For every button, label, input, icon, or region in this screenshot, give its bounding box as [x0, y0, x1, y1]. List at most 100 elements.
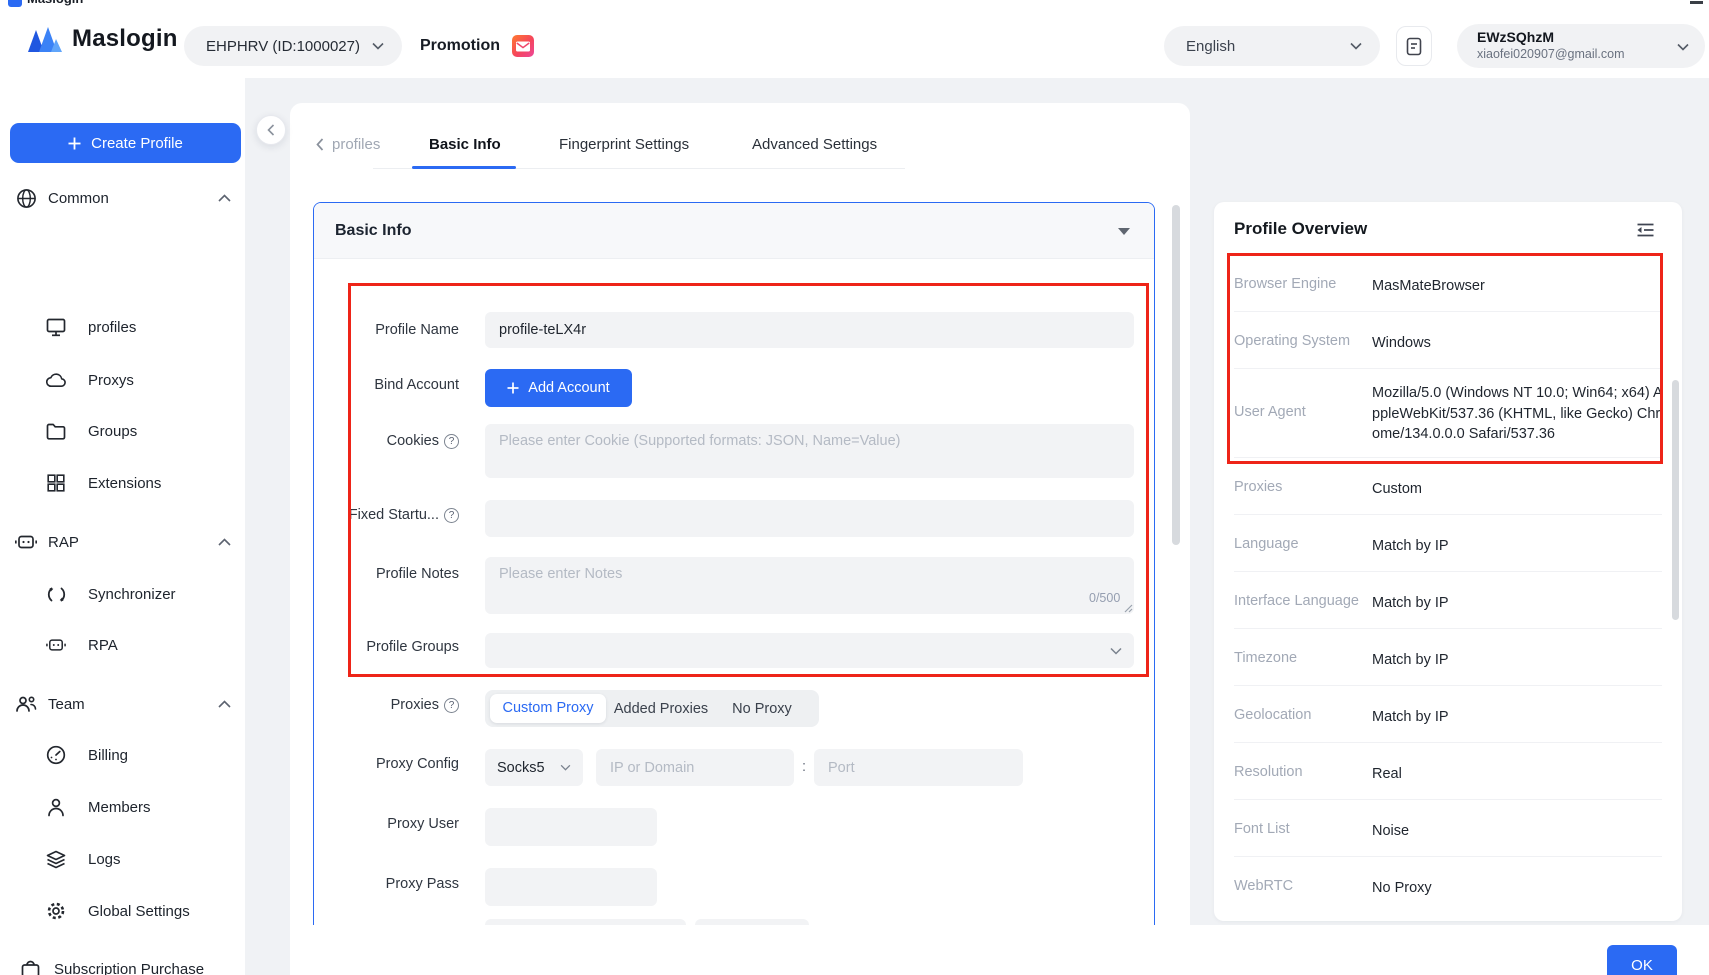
profile-groups-label: Profile Groups: [334, 639, 459, 655]
app-logo-icon: [8, 0, 22, 7]
add-account-button[interactable]: Add Account: [485, 369, 632, 407]
proxy-protocol-select[interactable]: Socks5: [485, 749, 583, 786]
workspace-selector[interactable]: EHPHRV (ID:1000027): [184, 26, 402, 66]
bind-account-label: Bind Account: [334, 377, 459, 393]
overview-scrollbar[interactable]: [1672, 380, 1679, 620]
promotion-envelope-icon: [512, 35, 534, 57]
fixed-startup-input[interactable]: [485, 500, 1134, 537]
tab-advanced-settings[interactable]: Advanced Settings: [752, 136, 877, 153]
overview-row: Operating System Windows: [1214, 312, 1682, 369]
app-window: Maslogin Maslogin EHPHRV (ID:1000027) Pr…: [0, 0, 1709, 975]
create-profile-button[interactable]: Create Profile: [10, 123, 241, 163]
sidebar-item-proxys[interactable]: Proxys: [0, 363, 245, 397]
proxies-option-custom-proxy[interactable]: Custom Proxy: [490, 694, 606, 723]
proxies-segmented-control: Custom Proxy Added Proxies No Proxy: [485, 690, 819, 727]
help-icon[interactable]: ?: [444, 434, 459, 449]
sidebar-collapse-button[interactable]: [256, 115, 286, 145]
profile-overview-title: Profile Overview: [1234, 219, 1367, 239]
tab-fingerprint-settings[interactable]: Fingerprint Settings: [559, 136, 689, 153]
sync-icon: [46, 584, 66, 604]
sidebar-section-rap[interactable]: RAP: [0, 525, 245, 559]
chevron-left-icon: [316, 138, 324, 151]
back-to-profiles-link[interactable]: profiles: [316, 136, 380, 153]
chevron-down-icon: [560, 764, 571, 771]
layers-icon: [46, 849, 66, 869]
proxy-pass-input[interactable]: [485, 868, 657, 906]
overview-row: Interface Language Match by IP: [1214, 572, 1682, 629]
workspace-selector-label: EHPHRV (ID:1000027): [206, 38, 360, 55]
minimize-icon[interactable]: [1690, 1, 1703, 4]
maslogin-logo-icon: [27, 26, 63, 53]
proxies-option-no-proxy[interactable]: No Proxy: [716, 701, 808, 717]
team-icon: [14, 692, 38, 716]
ip-port-separator: :: [802, 759, 806, 775]
cookies-textarea[interactable]: [485, 424, 1134, 478]
resize-handle-icon[interactable]: [1123, 603, 1133, 613]
language-selector[interactable]: English: [1164, 26, 1380, 66]
shopping-bag-icon: [18, 957, 42, 975]
folder-icon: [46, 421, 66, 441]
form-scrollbar[interactable]: [1172, 205, 1180, 545]
account-menu[interactable]: EWzSQhzM xiaofei020907@gmail.com: [1457, 24, 1705, 68]
sidebar: Create Profile Common profiles Proxys: [0, 78, 245, 975]
overview-row: Language Match by IP: [1214, 515, 1682, 572]
sidebar-item-billing[interactable]: Billing: [0, 738, 245, 772]
overview-row: Browser Engine MasMateBrowser: [1214, 255, 1682, 312]
window-title: Maslogin: [27, 0, 83, 6]
sidebar-item-logs[interactable]: Logs: [0, 842, 245, 876]
proxy-port-input[interactable]: [814, 749, 1023, 786]
chevron-down-icon: [1677, 43, 1689, 51]
chevron-down-icon: [1350, 42, 1362, 50]
brand: Maslogin: [27, 25, 178, 53]
profile-notes-textarea[interactable]: [485, 557, 1134, 614]
proxies-option-added-proxies[interactable]: Added Proxies: [606, 701, 716, 717]
help-icon[interactable]: ?: [444, 508, 459, 523]
ok-button[interactable]: OK: [1607, 945, 1677, 975]
basic-info-card: Basic Info Profile Name Bind Account Add…: [313, 202, 1155, 925]
header: Maslogin EHPHRV (ID:1000027) Promotion E…: [0, 9, 1709, 78]
help-icon[interactable]: ?: [444, 698, 459, 713]
tab-basic-info[interactable]: Basic Info: [429, 136, 501, 153]
sidebar-item-synchronizer[interactable]: Synchronizer: [0, 577, 245, 611]
sidebar-section-common[interactable]: Common: [0, 181, 245, 215]
active-tab-underline: [412, 166, 516, 169]
sidebar-section-team[interactable]: Team: [0, 687, 245, 721]
plus-icon: [507, 382, 519, 394]
proxy-user-input[interactable]: [485, 808, 657, 846]
sidebar-item-extensions[interactable]: Extensions: [0, 466, 245, 500]
globe-icon: [14, 186, 38, 210]
overview-row-user-agent: User Agent Mozilla/5.0 (Windows NT 10.0;…: [1214, 369, 1682, 458]
proxy-config-label: Proxy Config: [334, 756, 459, 772]
basic-info-card-header: Basic Info: [314, 203, 1154, 259]
fixed-startup-label: Fixed Startu... ?: [324, 507, 459, 523]
overview-row: Font List Noise: [1214, 800, 1682, 857]
proxy-user-label: Proxy User: [334, 816, 459, 832]
notes-char-counter: 0/500: [1089, 591, 1120, 605]
promotion-link[interactable]: Promotion: [420, 35, 534, 57]
profile-groups-select[interactable]: [485, 633, 1134, 668]
person-icon: [46, 797, 66, 817]
proxy-ip-input[interactable]: [596, 749, 794, 786]
chevron-down-icon: [1110, 647, 1122, 655]
footer-bar: [290, 925, 1709, 975]
sidebar-item-global-settings[interactable]: Global Settings: [0, 894, 245, 928]
sidebar-item-groups[interactable]: Groups: [0, 414, 245, 448]
docs-button[interactable]: [1396, 26, 1432, 66]
menu-fold-icon[interactable]: [1637, 223, 1654, 237]
grid-icon: [46, 473, 66, 493]
plus-icon: [68, 137, 81, 150]
language-selector-label: English: [1186, 38, 1235, 55]
profile-name-label: Profile Name: [334, 322, 459, 338]
sidebar-item-profiles[interactable]: profiles: [0, 310, 245, 344]
overview-row: Geolocation Match by IP: [1214, 686, 1682, 743]
sidebar-item-members[interactable]: Members: [0, 790, 245, 824]
chevron-down-icon: [372, 42, 384, 50]
chevron-up-icon: [218, 700, 231, 708]
chevron-up-icon: [218, 538, 231, 546]
sidebar-item-subscription-purchase[interactable]: Subscription Purchase: [0, 952, 245, 975]
sidebar-item-rpa[interactable]: RPA: [0, 628, 245, 662]
window-titlebar: Maslogin: [0, 0, 1709, 9]
collapse-caret-icon[interactable]: [1118, 228, 1130, 235]
profile-name-input[interactable]: [485, 312, 1134, 348]
robot-icon: [14, 530, 38, 554]
